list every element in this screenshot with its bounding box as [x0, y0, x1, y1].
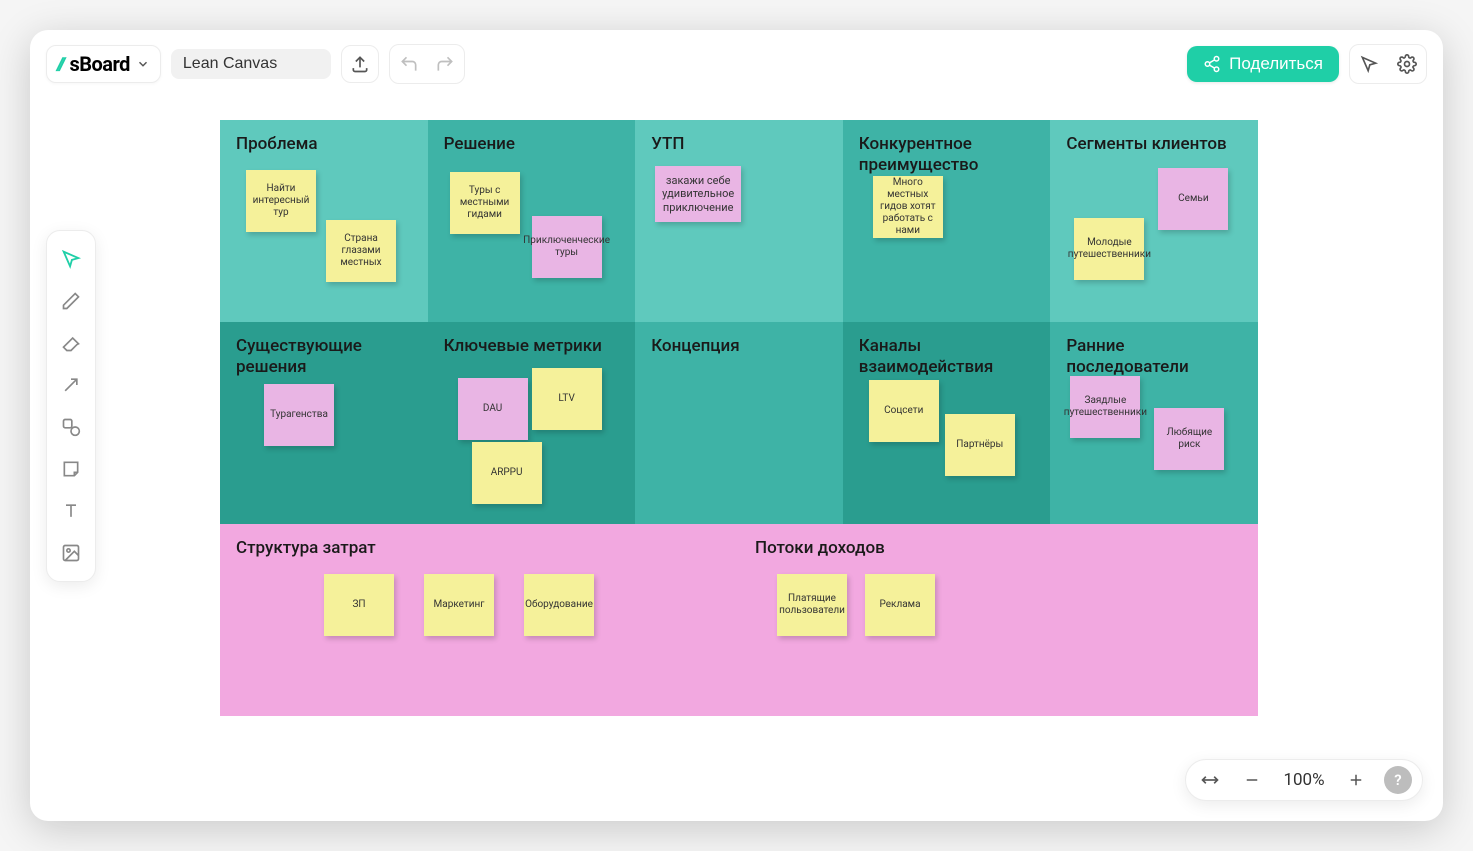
logo-icon: // — [55, 54, 65, 75]
zoom-in-button[interactable] — [1342, 766, 1370, 794]
canvas-cell[interactable]: Каналы взаимодействияСоцсетиПартнёры — [843, 322, 1051, 524]
cursor-mode-button[interactable] — [1352, 47, 1386, 81]
tool-shapes[interactable] — [51, 407, 91, 447]
lean-canvas[interactable]: Проблема Найти интересный турСтрана глаза… — [220, 120, 1258, 716]
canvas-cell[interactable]: Ключевые метрики DAULTV ARPPU — [428, 322, 636, 524]
share-icon — [1203, 55, 1221, 73]
sticky-note[interactable]: Заядлые путешественники — [1070, 376, 1140, 438]
cell-title: Структура затрат — [236, 538, 723, 559]
sticky-note[interactable]: ЗП — [324, 574, 394, 636]
sticky-note[interactable]: Страна глазами местных — [326, 220, 396, 282]
canvas-row-3: Структура затрат ЗП Маркетинг Оборудование П… — [220, 524, 1258, 716]
cell-title: Существующие решения — [236, 336, 412, 379]
sticky-note[interactable]: Много местных гидов хотят работать с нам… — [873, 176, 943, 238]
cell-title: Каналы взаимодействия — [859, 336, 1035, 379]
sticky-note[interactable]: DAU — [458, 378, 528, 440]
left-toolbar — [46, 230, 96, 582]
upload-button[interactable] — [341, 45, 379, 83]
cell-title: Сегменты клиентов — [1066, 134, 1242, 155]
chevron-down-icon — [136, 57, 150, 71]
sticky-note[interactable]: Реклама — [865, 574, 935, 636]
sticky-note[interactable]: Партнёры — [945, 414, 1015, 476]
topbar-right-icons — [1349, 44, 1427, 84]
sticky-note[interactable]: Приключенческие туры — [532, 216, 602, 278]
canvas-cell[interactable]: Решение Туры с местными гидамиПриключенче… — [428, 120, 636, 322]
canvas-row-2: Существующие решения Турагенства Ключевые … — [220, 322, 1258, 524]
canvas-row-1: Проблема Найти интересный турСтрана глаза… — [220, 120, 1258, 322]
sticky-note[interactable]: Турагенства — [264, 384, 334, 446]
sticky-note[interactable]: Семьи — [1158, 168, 1228, 230]
sticky-note[interactable]: ARPPU — [472, 442, 542, 504]
sticky-note[interactable]: Любящие риск — [1154, 408, 1224, 470]
zoom-level[interactable]: 100% — [1280, 770, 1328, 790]
topbar: // sBoard Поделиться — [46, 44, 1427, 84]
board-title-input[interactable] — [171, 49, 331, 79]
cell-title: Потоки доходов — [755, 538, 1242, 559]
share-button[interactable]: Поделиться — [1187, 46, 1339, 82]
logo-menu[interactable]: // sBoard — [46, 45, 161, 83]
tool-image[interactable] — [51, 533, 91, 573]
settings-button[interactable] — [1390, 47, 1424, 81]
app-window: // sBoard Поделиться — [30, 30, 1443, 821]
logo-text: sBoard — [69, 52, 129, 76]
zoom-out-button[interactable] — [1238, 766, 1266, 794]
tool-eraser[interactable] — [51, 323, 91, 363]
cell-title: Концепция — [651, 336, 827, 357]
canvas-cell[interactable]: УТП закажи себе удивительное приключение — [635, 120, 843, 322]
sticky-note[interactable]: Соцсети — [869, 380, 939, 442]
sticky-note[interactable]: Маркетинг — [424, 574, 494, 636]
fit-to-screen-button[interactable] — [1196, 766, 1224, 794]
cell-title: Ранние последователи — [1066, 336, 1242, 379]
tool-sticky-note[interactable] — [51, 449, 91, 489]
canvas-cell[interactable]: Сегменты клиентов СемьиМолодые путешестве… — [1050, 120, 1258, 322]
sticky-note[interactable]: закажи себе удивительное приключение — [655, 166, 741, 222]
help-button[interactable]: ? — [1384, 766, 1412, 794]
sticky-note[interactable]: Молодые путешественники — [1074, 218, 1144, 280]
undo-button[interactable] — [392, 47, 426, 81]
share-label: Поделиться — [1229, 54, 1323, 74]
tool-select[interactable] — [51, 239, 91, 279]
canvas-cell[interactable]: Потоки доходов Платящие пользователи Рекла… — [739, 524, 1258, 716]
zoom-bar: 100% ? — [1185, 759, 1423, 801]
tool-text[interactable] — [51, 491, 91, 531]
cell-title: Ключевые метрики — [444, 336, 620, 357]
canvas-cell[interactable]: Ранние последователиЗаядлые путешественн… — [1050, 322, 1258, 524]
sticky-note[interactable]: Найти интересный тур — [246, 170, 316, 232]
canvas-cell[interactable]: Существующие решения Турагенства — [220, 322, 428, 524]
canvas-cell[interactable]: Проблема Найти интересный турСтрана глаза… — [220, 120, 428, 322]
undo-redo-group — [389, 44, 465, 84]
cell-title: Конкурентное преимущество — [859, 134, 1035, 177]
sticky-note[interactable]: Оборудование — [524, 574, 594, 636]
cell-title: Проблема — [236, 134, 412, 155]
sticky-note[interactable]: LTV — [532, 368, 602, 430]
redo-button[interactable] — [428, 47, 462, 81]
sticky-note[interactable]: Платящие пользователи — [777, 574, 847, 636]
canvas-cell[interactable]: Конкурентное преимуществоМного местных г… — [843, 120, 1051, 322]
canvas-cell[interactable]: Структура затрат ЗП Маркетинг Оборудование — [220, 524, 739, 716]
tool-pencil[interactable] — [51, 281, 91, 321]
cell-title: Решение — [444, 134, 620, 155]
sticky-note[interactable]: Туры с местными гидами — [450, 172, 520, 234]
tool-arrow[interactable] — [51, 365, 91, 405]
canvas-cell[interactable]: Концепция — [635, 322, 843, 524]
cell-title: УТП — [651, 134, 827, 155]
